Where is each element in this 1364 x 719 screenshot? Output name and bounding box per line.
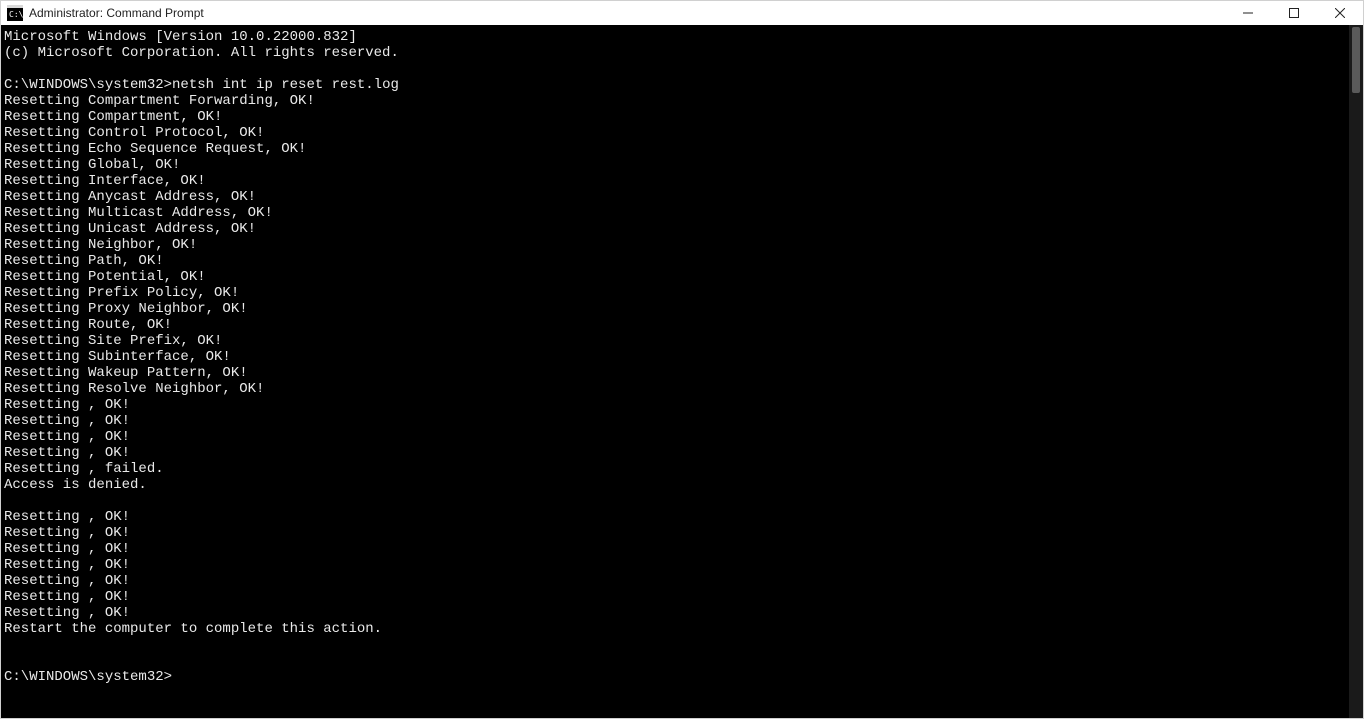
terminal-output-line: Resetting , OK! bbox=[4, 397, 1349, 413]
terminal-output-line: Resetting Site Prefix, OK! bbox=[4, 333, 1349, 349]
terminal-command: netsh int ip reset rest.log bbox=[172, 77, 399, 93]
scrollbar-track[interactable] bbox=[1349, 25, 1363, 718]
terminal-output-line: Resetting Potential, OK! bbox=[4, 269, 1349, 285]
terminal-output-line: Resetting , OK! bbox=[4, 429, 1349, 445]
terminal-output-line: Resetting Prefix Policy, OK! bbox=[4, 285, 1349, 301]
terminal-output-line: Resetting Control Protocol, OK! bbox=[4, 125, 1349, 141]
terminal-header-line bbox=[4, 61, 1349, 77]
scrollbar-thumb[interactable] bbox=[1352, 27, 1360, 93]
terminal-output-line: Resetting , OK! bbox=[4, 541, 1349, 557]
terminal-output-line: Resetting , OK! bbox=[4, 557, 1349, 573]
terminal-output-line: Resetting Global, OK! bbox=[4, 157, 1349, 173]
terminal-output-line: Resetting Compartment Forwarding, OK! bbox=[4, 93, 1349, 109]
window-title: Administrator: Command Prompt bbox=[29, 6, 204, 20]
terminal-output-line: Resetting , OK! bbox=[4, 573, 1349, 589]
terminal-output-line bbox=[4, 653, 1349, 669]
terminal-prompt-line[interactable]: C:\WINDOWS\system32> bbox=[4, 669, 1349, 685]
terminal-output-line bbox=[4, 493, 1349, 509]
terminal-output-line: Resetting Echo Sequence Request, OK! bbox=[4, 141, 1349, 157]
terminal-output-line: Resetting Compartment, OK! bbox=[4, 109, 1349, 125]
terminal-output-line: Resetting , failed. bbox=[4, 461, 1349, 477]
terminal-output-line: Resetting Path, OK! bbox=[4, 253, 1349, 269]
terminal-output-line: Restart the computer to complete this ac… bbox=[4, 621, 1349, 637]
cmd-icon: C:\ bbox=[7, 5, 23, 21]
terminal-output-line: Resetting Unicast Address, OK! bbox=[4, 221, 1349, 237]
terminal-output-line bbox=[4, 637, 1349, 653]
terminal-header-line: (c) Microsoft Corporation. All rights re… bbox=[4, 45, 1349, 61]
terminal-output-line: Resetting Multicast Address, OK! bbox=[4, 205, 1349, 221]
terminal-output-line: Resetting Interface, OK! bbox=[4, 173, 1349, 189]
terminal-header-line: Microsoft Windows [Version 10.0.22000.83… bbox=[4, 29, 1349, 45]
terminal-output-line: Access is denied. bbox=[4, 477, 1349, 493]
terminal-output-line: Resetting , OK! bbox=[4, 413, 1349, 429]
terminal-output-line: Resetting Route, OK! bbox=[4, 317, 1349, 333]
terminal-output-line: Resetting Neighbor, OK! bbox=[4, 237, 1349, 253]
terminal-output-line: Resetting , OK! bbox=[4, 589, 1349, 605]
terminal-output-line: Resetting , OK! bbox=[4, 509, 1349, 525]
terminal-command-line: C:\WINDOWS\system32>netsh int ip reset r… bbox=[4, 77, 1349, 93]
terminal-container: Microsoft Windows [Version 10.0.22000.83… bbox=[1, 25, 1363, 718]
terminal-prompt: C:\WINDOWS\system32> bbox=[4, 77, 172, 93]
maximize-button[interactable] bbox=[1271, 1, 1317, 25]
terminal-output-line: Resetting Subinterface, OK! bbox=[4, 349, 1349, 365]
window-titlebar: C:\ Administrator: Command Prompt bbox=[1, 1, 1363, 25]
terminal-output-line: Resetting Wakeup Pattern, OK! bbox=[4, 365, 1349, 381]
terminal-output-line: Resetting Anycast Address, OK! bbox=[4, 189, 1349, 205]
terminal-output-line: Resetting , OK! bbox=[4, 525, 1349, 541]
terminal-output-line: Resetting , OK! bbox=[4, 605, 1349, 621]
terminal-output[interactable]: Microsoft Windows [Version 10.0.22000.83… bbox=[1, 25, 1349, 718]
minimize-button[interactable] bbox=[1225, 1, 1271, 25]
terminal-output-line: Resetting , OK! bbox=[4, 445, 1349, 461]
close-button[interactable] bbox=[1317, 1, 1363, 25]
svg-text:C:\: C:\ bbox=[9, 10, 23, 19]
terminal-output-line: Resetting Resolve Neighbor, OK! bbox=[4, 381, 1349, 397]
terminal-output-line: Resetting Proxy Neighbor, OK! bbox=[4, 301, 1349, 317]
